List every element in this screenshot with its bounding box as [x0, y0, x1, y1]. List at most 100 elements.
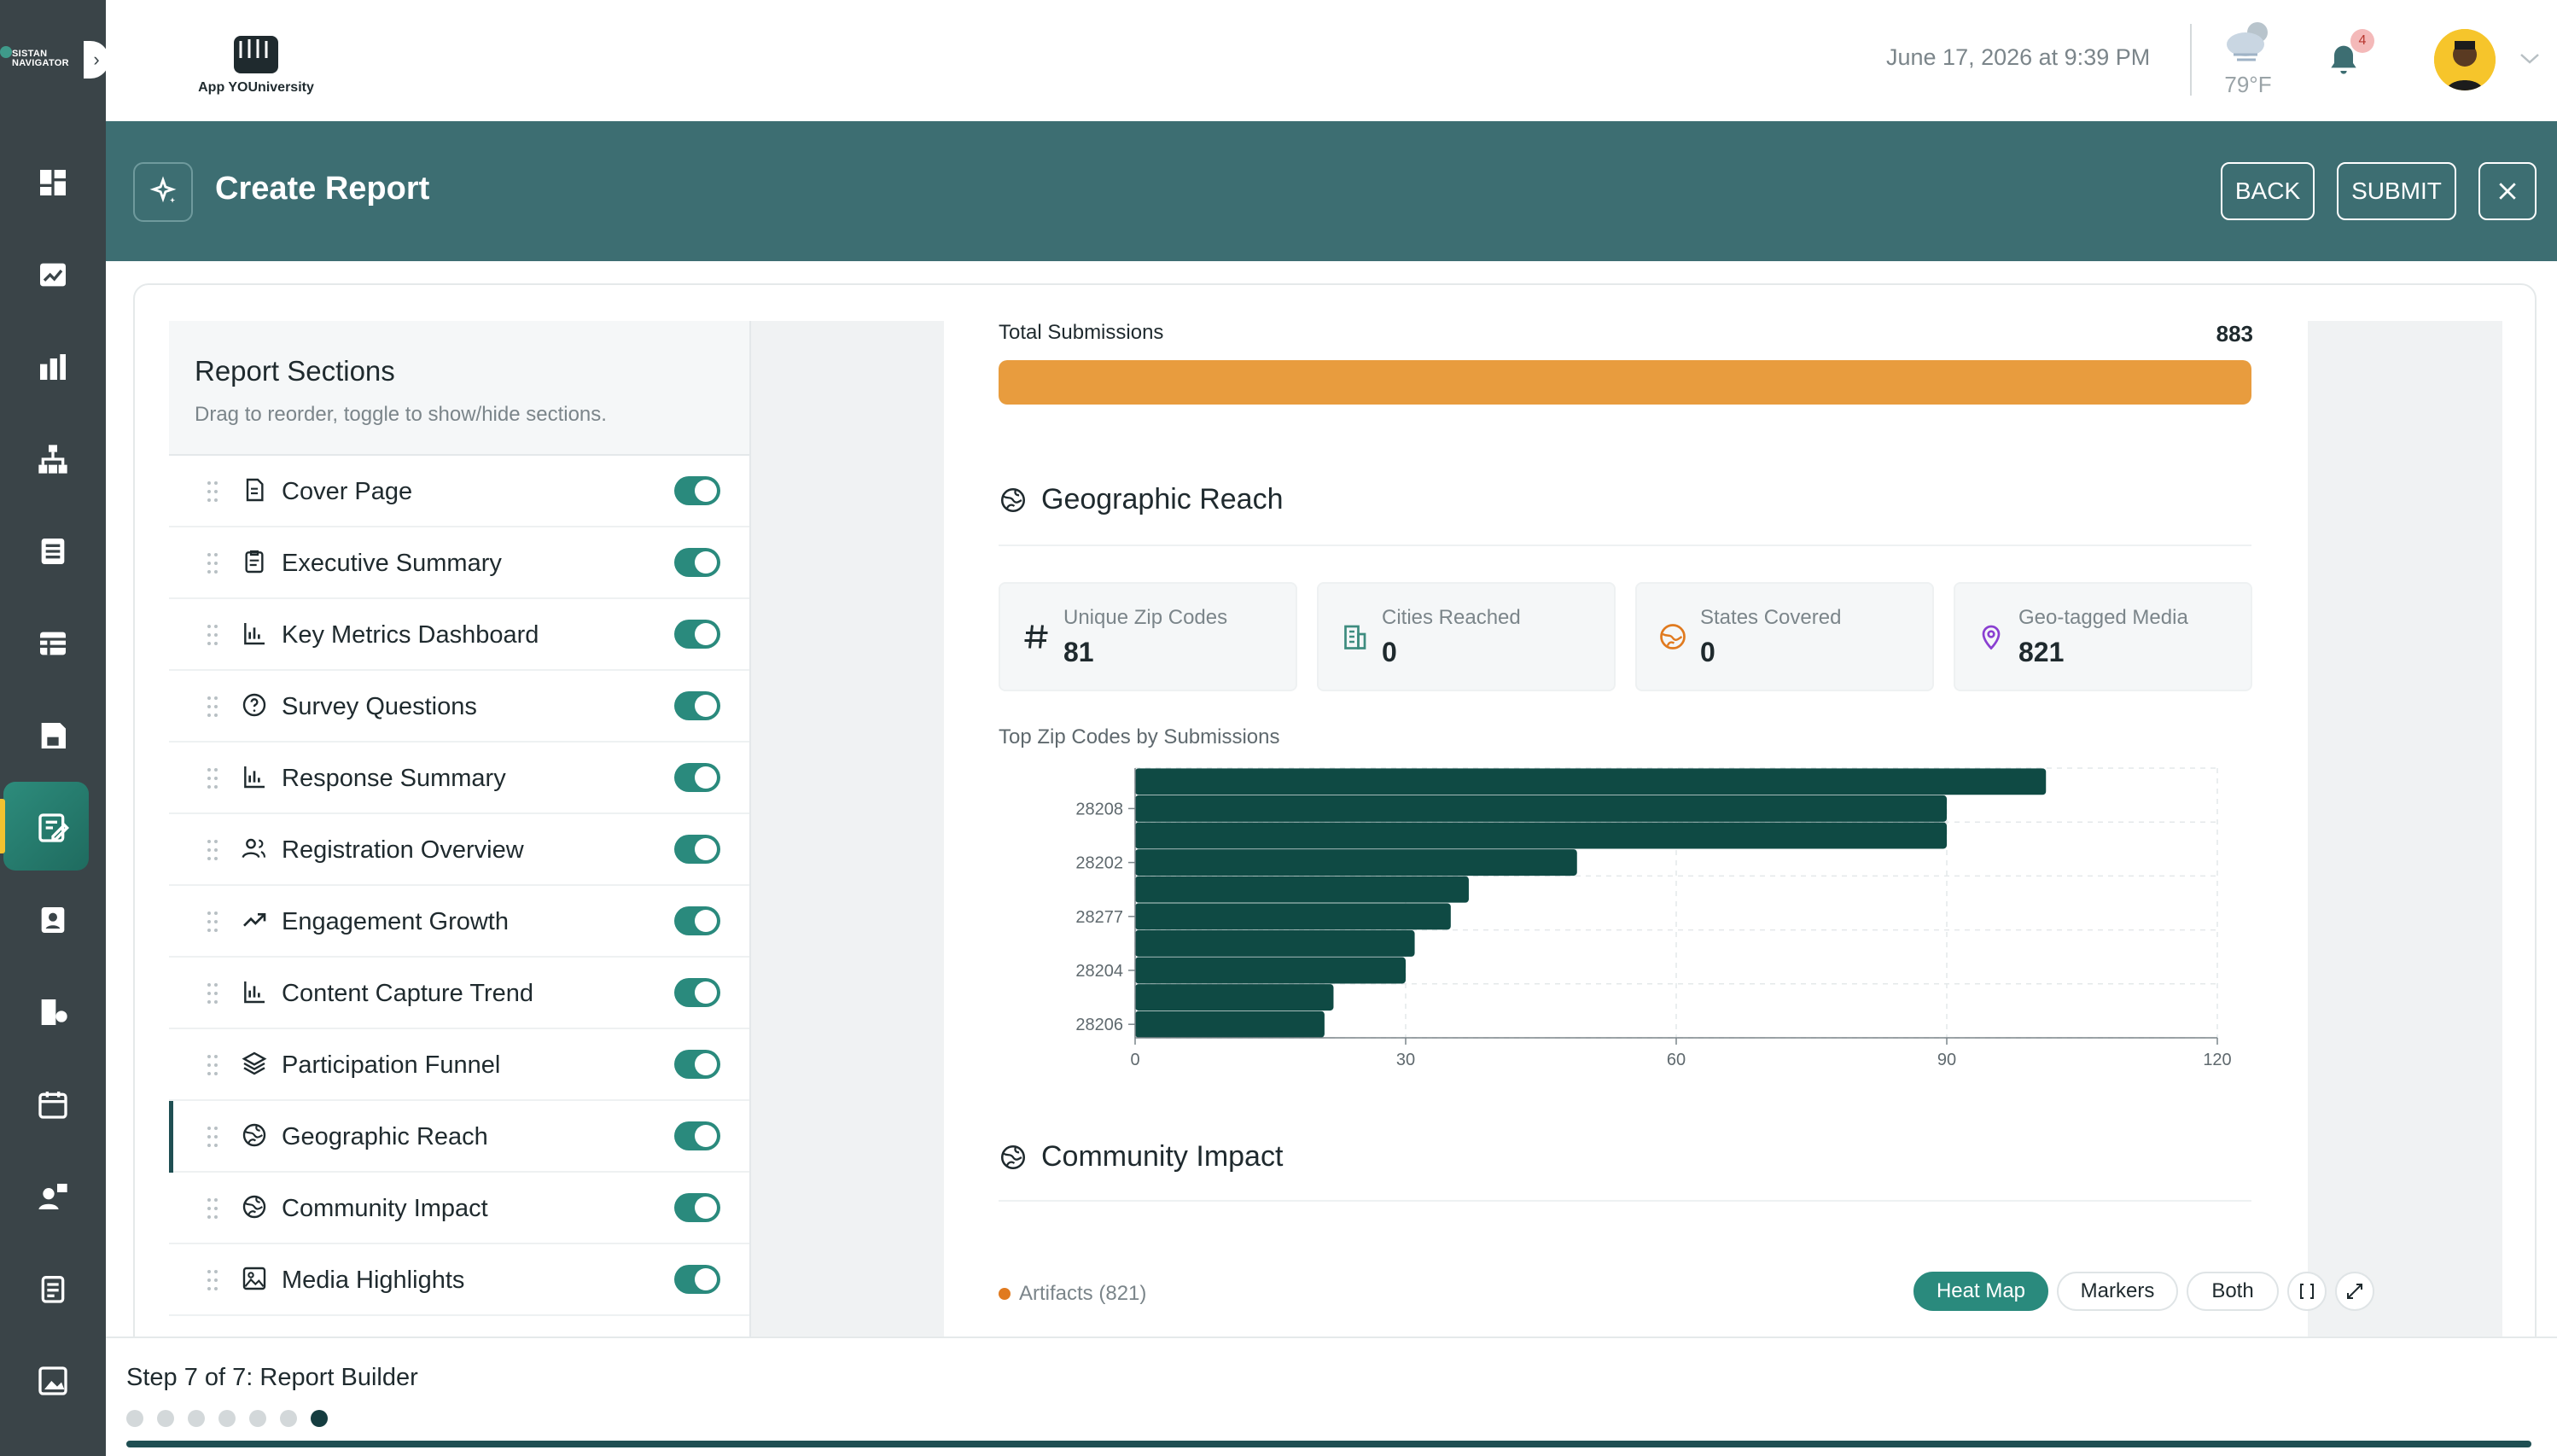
nav-analytics[interactable] — [0, 229, 106, 321]
section-row[interactable]: Cover Page — [169, 456, 749, 527]
section-row[interactable]: Participation Funnel — [169, 1029, 749, 1101]
notifications-button[interactable]: 4 — [2325, 29, 2376, 85]
fist-logo-icon — [234, 36, 278, 73]
drag-handle-icon[interactable] — [207, 695, 218, 719]
back-button[interactable]: BACK — [2221, 162, 2315, 220]
stat-cities-reached: Cities Reached 0 — [1317, 582, 1616, 691]
section-row[interactable]: Content Capture Trend — [169, 958, 749, 1029]
globe-icon — [1000, 1144, 1026, 1169]
nav-calendar[interactable] — [0, 1058, 106, 1150]
brand-logo: SISTAN NAVIGATOR — [0, 34, 82, 90]
chart-bar — [1135, 929, 1415, 957]
calendar-icon — [38, 1092, 67, 1119]
total-submissions-bar-fill — [999, 360, 2251, 405]
section-visibility-toggle[interactable] — [674, 1193, 720, 1222]
chart-bar — [1135, 903, 1451, 930]
left-sidebar: SISTAN NAVIGATOR › — [0, 0, 109, 1456]
section-visibility-toggle[interactable] — [674, 763, 720, 792]
both-toggle[interactable]: Both — [2187, 1272, 2279, 1311]
nav-clipboard[interactable] — [0, 1243, 106, 1335]
section-row[interactable]: Survey Questions — [169, 671, 749, 743]
section-visibility-toggle[interactable] — [674, 1121, 720, 1150]
hierarchy-icon — [38, 445, 67, 474]
drag-handle-icon[interactable] — [207, 480, 218, 504]
section-row[interactable]: Engagement Growth — [169, 886, 749, 958]
section-visibility-toggle[interactable] — [674, 1050, 720, 1079]
y-tick-label: 28204 — [1075, 962, 1123, 981]
map-pin-icon — [1982, 625, 2001, 650]
section-visibility-toggle[interactable] — [674, 620, 720, 649]
section-row[interactable]: Registration Overview — [169, 814, 749, 886]
document-icon — [246, 478, 264, 502]
drag-handle-icon[interactable] — [207, 981, 218, 1005]
section-row[interactable]: Media Highlights — [169, 1244, 749, 1316]
nav-gallery[interactable] — [0, 1335, 106, 1427]
brackets-icon — [2300, 1284, 2314, 1299]
section-visibility-toggle[interactable] — [674, 906, 720, 935]
report-sections-panel: Report Sections Drag to reorder, toggle … — [169, 321, 749, 1430]
report-builder-card: Report Sections Drag to reorder, toggle … — [133, 283, 2537, 1456]
section-row[interactable]: Executive Summary — [169, 527, 749, 599]
save-icon — [41, 723, 66, 748]
nav-user-admin[interactable] — [0, 1150, 106, 1243]
stat-label: Geo-tagged Media — [2018, 606, 2188, 629]
clipboard-icon — [41, 1276, 65, 1303]
drag-handle-icon[interactable] — [207, 1053, 218, 1077]
section-visibility-toggle[interactable] — [674, 978, 720, 1007]
nav-save[interactable] — [0, 690, 106, 782]
artifacts-label: Artifacts (821) — [1019, 1282, 1147, 1305]
drag-handle-icon[interactable] — [207, 1125, 218, 1149]
close-button[interactable] — [2478, 162, 2537, 220]
nav-table[interactable] — [0, 597, 106, 690]
fit-bounds-button[interactable] — [2287, 1272, 2327, 1311]
section-visibility-toggle[interactable] — [674, 835, 720, 864]
step-progress-fill — [126, 1441, 2531, 1447]
user-menu-chevron-icon[interactable] — [2518, 50, 2542, 67]
section-row[interactable]: Response Summary — [169, 743, 749, 814]
section-visibility-toggle[interactable] — [674, 476, 720, 505]
nav-contacts[interactable] — [0, 874, 106, 966]
heat-map-toggle[interactable]: Heat Map — [1913, 1272, 2048, 1311]
section-visibility-toggle[interactable] — [674, 691, 720, 720]
section-label: Cover Page — [282, 478, 413, 505]
drag-handle-icon[interactable] — [207, 1197, 218, 1220]
sparkle-icon — [133, 162, 193, 222]
notification-count-badge: 4 — [2350, 29, 2374, 53]
nav-dashboard[interactable] — [0, 137, 106, 229]
section-label: Media Highlights — [282, 1267, 465, 1294]
step-dot — [126, 1410, 143, 1427]
sections-panel-header: Report Sections Drag to reorder, toggle … — [169, 321, 749, 456]
expand-map-button[interactable] — [2335, 1272, 2374, 1311]
step-dots — [126, 1410, 341, 1427]
nav-locations[interactable] — [0, 966, 106, 1058]
sections-panel-subtitle: Drag to reorder, toggle to show/hide sec… — [195, 403, 607, 426]
drag-handle-icon[interactable] — [207, 551, 218, 575]
community-impact-heading: Community Impact — [999, 1140, 1283, 1174]
nav-create-report[interactable] — [0, 782, 106, 874]
report-preview[interactable]: Total Submissions 883 Geographic Reach U… — [944, 321, 2374, 1444]
section-visibility-toggle[interactable] — [674, 548, 720, 577]
drag-handle-icon[interactable] — [207, 766, 218, 790]
user-avatar[interactable] — [2434, 29, 2496, 90]
image-icon — [242, 1267, 266, 1290]
submit-button[interactable]: SUBMIT — [2337, 162, 2456, 220]
markers-toggle[interactable]: Markers — [2057, 1272, 2178, 1311]
drag-handle-icon[interactable] — [207, 1268, 218, 1292]
table-icon — [40, 632, 66, 655]
app-logo[interactable]: App YOUniversity — [171, 20, 341, 101]
drag-handle-icon[interactable] — [207, 838, 218, 862]
section-row[interactable]: Geographic Reach — [169, 1101, 749, 1173]
section-row[interactable]: Key Metrics Dashboard — [169, 599, 749, 671]
stat-value: 0 — [1382, 637, 1397, 667]
nav-reports-bars[interactable] — [0, 321, 106, 413]
drag-handle-icon[interactable] — [207, 910, 218, 934]
drag-handle-icon[interactable] — [207, 623, 218, 647]
section-visibility-toggle[interactable] — [674, 1265, 720, 1294]
wizard-footer: Step 7 of 7: Report Builder — [106, 1337, 2557, 1456]
nav-lists[interactable] — [0, 505, 106, 597]
section-label: Geographic Reach — [282, 1123, 488, 1150]
nav-hierarchy[interactable] — [0, 413, 106, 505]
zip-chart-title: Top Zip Codes by Submissions — [999, 725, 1280, 748]
section-row[interactable]: Community Impact — [169, 1173, 749, 1244]
zip-codes-bar-chart: 28208 28202 28277 28204 28206 0 30 60 90 120 — [1075, 767, 2232, 1069]
